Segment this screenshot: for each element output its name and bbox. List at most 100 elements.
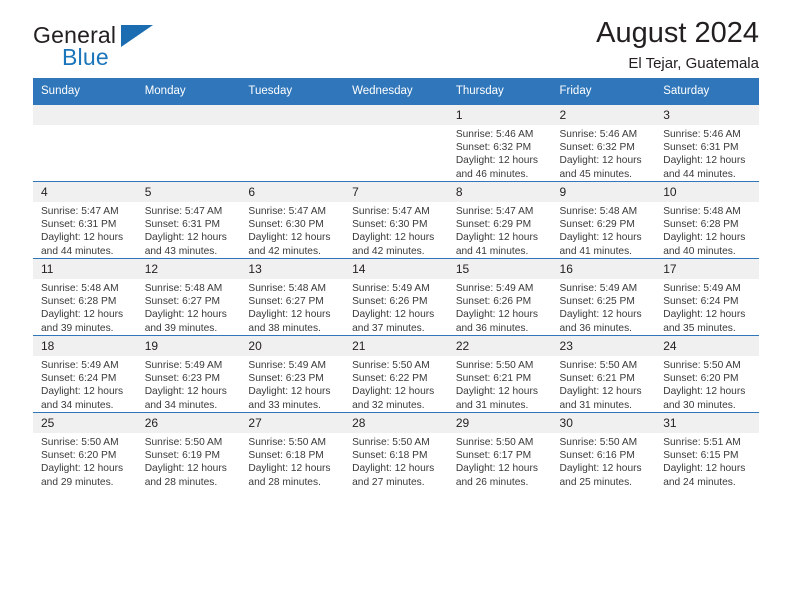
day-number: 26 <box>136 413 241 433</box>
daylight-text: Daylight: 12 hours and 37 minutes. <box>352 309 435 334</box>
calendar-day-cell[interactable]: 7 Sunrise: 5:47 AM Sunset: 6:30 PM Daylight… <box>344 181 448 259</box>
calendar-day-cell[interactable]: 10 Sunrise: 5:48 AM Sunset: 6:28 PM Dayligh… <box>655 181 759 259</box>
calendar-week-row: 1 Sunrise: 5:46 AM Sunset: 6:32 PM Daylight… <box>33 104 759 182</box>
calendar-day-cell[interactable]: 11 Sunrise: 5:48 AM Sunset: 6:28 PM Dayligh… <box>33 258 137 336</box>
sunset-text: Sunset: 6:30 PM <box>352 219 428 231</box>
calendar-day-cell[interactable]: 24 Sunrise: 5:50 AM Sunset: 6:20 PM Dayligh… <box>655 335 759 413</box>
sunrise-text: Sunrise: 5:49 AM <box>144 360 223 371</box>
sunrise-text: Sunrise: 5:47 AM <box>144 206 223 217</box>
calendar-day-cell[interactable]: 17 Sunrise: 5:49 AM Sunset: 6:24 PM Dayligh… <box>655 258 759 336</box>
day-number: 27 <box>240 413 345 433</box>
calendar-day-cell[interactable]: 26 Sunrise: 5:50 AM Sunset: 6:19 PM Dayligh… <box>136 412 241 489</box>
day-details: Sunrise: 5:49 AM Sunset: 6:23 PM Daylight:… <box>137 356 241 412</box>
day-details: Sunrise: 5:47 AM Sunset: 6:30 PM Daylight:… <box>344 202 448 258</box>
calendar-day-cell[interactable]: 30 Sunrise: 5:50 AM Sunset: 6:16 PM Dayligh… <box>551 412 656 489</box>
day-details: Sunrise: 5:49 AM Sunset: 6:26 PM Daylight:… <box>448 279 552 335</box>
calendar-day-cell[interactable]: 9 Sunrise: 5:48 AM Sunset: 6:29 PM Daylight… <box>551 181 656 259</box>
calendar-day-cell[interactable]: 16 Sunrise: 5:49 AM Sunset: 6:25 PM Dayligh… <box>551 258 656 336</box>
sunset-text: Sunset: 6:19 PM <box>144 450 221 462</box>
calendar-day-cell[interactable]: 18 Sunrise: 5:49 AM Sunset: 6:24 PM Dayligh… <box>33 335 137 413</box>
weekday-header-wednesday: Wednesday <box>344 78 448 105</box>
sunset-text: Sunset: 6:26 PM <box>455 296 532 308</box>
day-number: 21 <box>344 336 448 356</box>
calendar-day-cell[interactable]: 1 Sunrise: 5:46 AM Sunset: 6:32 PM Daylight… <box>447 104 552 182</box>
sunrise-text: Sunrise: 5:50 AM <box>559 437 638 448</box>
day-number: 22 <box>447 336 552 356</box>
sunset-text: Sunset: 6:32 PM <box>455 142 532 154</box>
daylight-text: Daylight: 12 hours and 34 minutes. <box>144 386 227 411</box>
daylight-text: Daylight: 12 hours and 44 minutes. <box>663 155 746 180</box>
calendar-day-cell[interactable]: 19 Sunrise: 5:49 AM Sunset: 6:23 PM Dayligh… <box>136 335 241 413</box>
daylight-text: Daylight: 12 hours and 34 minutes. <box>41 386 124 411</box>
day-details: Sunrise: 5:50 AM Sunset: 6:20 PM Daylight:… <box>33 433 137 489</box>
day-number: 13 <box>240 259 345 279</box>
calendar-day-cell-empty <box>136 104 241 182</box>
daylight-text: Daylight: 12 hours and 39 minutes. <box>41 309 124 334</box>
calendar-day-cell[interactable]: 2 Sunrise: 5:46 AM Sunset: 6:32 PM Daylight… <box>551 104 656 182</box>
weekday-header-row: Sunday Monday Tuesday Wednesday Thursday… <box>33 78 759 105</box>
daylight-text: Daylight: 12 hours and 24 minutes. <box>663 463 746 488</box>
sunset-text: Sunset: 6:15 PM <box>663 450 739 462</box>
day-number: 9 <box>551 182 656 202</box>
sunrise-text: Sunrise: 5:48 AM <box>663 206 741 217</box>
sunrise-text: Sunrise: 5:46 AM <box>559 129 638 140</box>
day-details: Sunrise: 5:48 AM Sunset: 6:27 PM Daylight:… <box>240 279 344 335</box>
sunset-text: Sunset: 6:21 PM <box>559 373 635 385</box>
day-details: Sunrise: 5:47 AM Sunset: 6:29 PM Daylight:… <box>448 202 552 258</box>
daylight-text: Daylight: 12 hours and 31 minutes. <box>455 386 538 411</box>
calendar-day-cell[interactable]: 3 Sunrise: 5:46 AM Sunset: 6:31 PM Daylight… <box>655 104 759 182</box>
calendar-day-cell[interactable]: 31 Sunrise: 5:51 AM Sunset: 6:15 PM Dayligh… <box>655 412 759 489</box>
calendar-day-cell[interactable]: 15 Sunrise: 5:49 AM Sunset: 6:26 PM Dayligh… <box>447 258 552 336</box>
calendar-day-cell-empty <box>33 104 137 182</box>
day-details: Sunrise: 5:50 AM Sunset: 6:16 PM Daylight:… <box>552 433 656 489</box>
calendar-day-cell[interactable]: 14 Sunrise: 5:49 AM Sunset: 6:26 PM Dayligh… <box>344 258 448 336</box>
calendar-day-cell[interactable]: 23 Sunrise: 5:50 AM Sunset: 6:21 PM Dayligh… <box>551 335 656 413</box>
title-block: August 2024 El Tejar, Guatemala <box>596 16 759 75</box>
daylight-text: Daylight: 12 hours and 42 minutes. <box>352 232 435 257</box>
calendar-day-cell[interactable]: 8 Sunrise: 5:47 AM Sunset: 6:29 PM Daylight… <box>447 181 552 259</box>
daylight-text: Daylight: 12 hours and 39 minutes. <box>144 309 227 334</box>
calendar-day-cell[interactable]: 4 Sunrise: 5:47 AM Sunset: 6:31 PM Daylight… <box>33 181 137 259</box>
daylight-text: Daylight: 12 hours and 41 minutes. <box>455 232 538 257</box>
day-details: Sunrise: 5:50 AM Sunset: 6:18 PM Daylight:… <box>240 433 344 489</box>
sunrise-text: Sunrise: 5:50 AM <box>455 360 534 371</box>
calendar-day-cell[interactable]: 21 Sunrise: 5:50 AM Sunset: 6:22 PM Dayligh… <box>344 335 448 413</box>
sunset-text: Sunset: 6:31 PM <box>144 219 221 231</box>
calendar-day-cell[interactable]: 13 Sunrise: 5:48 AM Sunset: 6:27 PM Dayligh… <box>240 258 345 336</box>
sunset-text: Sunset: 6:26 PM <box>352 296 428 308</box>
calendar-day-cell[interactable]: 27 Sunrise: 5:50 AM Sunset: 6:18 PM Dayligh… <box>240 412 345 489</box>
sunset-text: Sunset: 6:27 PM <box>144 296 221 308</box>
sunset-text: Sunset: 6:20 PM <box>663 373 739 385</box>
day-details: Sunrise: 5:49 AM Sunset: 6:23 PM Daylight:… <box>240 356 344 412</box>
daylight-text: Daylight: 12 hours and 36 minutes. <box>559 309 642 334</box>
calendar-day-cell[interactable]: 20 Sunrise: 5:49 AM Sunset: 6:23 PM Dayligh… <box>240 335 345 413</box>
calendar-day-cell[interactable]: 22 Sunrise: 5:50 AM Sunset: 6:21 PM Dayligh… <box>447 335 552 413</box>
day-details: Sunrise: 5:48 AM Sunset: 6:28 PM Daylight:… <box>655 202 759 258</box>
day-number: 7 <box>344 182 448 202</box>
calendar-week-row: 4 Sunrise: 5:47 AM Sunset: 6:31 PM Daylight… <box>33 181 759 259</box>
daylight-text: Daylight: 12 hours and 33 minutes. <box>248 386 331 411</box>
daylight-text: Daylight: 12 hours and 35 minutes. <box>663 309 746 334</box>
calendar-day-cell[interactable]: 12 Sunrise: 5:48 AM Sunset: 6:27 PM Dayligh… <box>136 258 241 336</box>
daylight-text: Daylight: 12 hours and 25 minutes. <box>559 463 642 488</box>
daylight-text: Daylight: 12 hours and 40 minutes. <box>663 232 746 257</box>
sunset-text: Sunset: 6:24 PM <box>663 296 739 308</box>
day-number: 18 <box>33 336 137 356</box>
sunset-text: Sunset: 6:22 PM <box>352 373 428 385</box>
sunset-text: Sunset: 6:28 PM <box>41 296 117 308</box>
daylight-text: Daylight: 12 hours and 42 minutes. <box>248 232 331 257</box>
weekday-header-thursday: Thursday <box>447 78 552 105</box>
daylight-text: Daylight: 12 hours and 29 minutes. <box>41 463 124 488</box>
sunset-text: Sunset: 6:23 PM <box>144 373 221 385</box>
calendar-day-cell[interactable]: 28 Sunrise: 5:50 AM Sunset: 6:18 PM Dayligh… <box>344 412 448 489</box>
calendar-day-cell[interactable]: 25 Sunrise: 5:50 AM Sunset: 6:20 PM Dayligh… <box>33 412 137 489</box>
calendar-day-cell[interactable]: 6 Sunrise: 5:47 AM Sunset: 6:30 PM Daylight… <box>240 181 345 259</box>
calendar-day-cell[interactable]: 29 Sunrise: 5:50 AM Sunset: 6:17 PM Dayligh… <box>447 412 552 489</box>
day-number: 5 <box>136 182 241 202</box>
day-number: 23 <box>551 336 656 356</box>
calendar-day-cell[interactable]: 5 Sunrise: 5:47 AM Sunset: 6:31 PM Daylight… <box>136 181 241 259</box>
day-number: 2 <box>551 105 656 125</box>
general-blue-logo: General Blue <box>33 22 163 78</box>
sunrise-text: Sunrise: 5:51 AM <box>663 437 741 448</box>
day-details: Sunrise: 5:49 AM Sunset: 6:25 PM Daylight:… <box>552 279 656 335</box>
